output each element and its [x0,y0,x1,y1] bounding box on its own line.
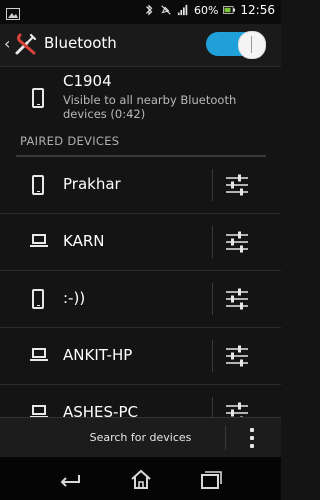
toggle-knob [238,31,266,59]
device-settings-icon[interactable] [224,287,250,311]
visibility-status: Visible to all nearby Bluetooth devices … [63,93,237,121]
silent-mode-icon [161,5,171,15]
battery-percent: 60% [193,3,219,17]
action-bar: ‹ Bluetooth [0,24,281,67]
bottom-action-bar: Search for devices [0,417,281,458]
image-notification-icon [6,5,20,24]
signal-icon [177,4,188,16]
bluetooth-toggle[interactable] [206,31,266,59]
home-icon[interactable] [128,467,154,491]
paired-device-row[interactable]: ASHES-PC [0,385,281,417]
divider [212,340,213,372]
divider [212,169,213,201]
this-device-item[interactable]: C1904 Visible to all nearby Bluetooth de… [0,66,281,128]
laptop-icon [30,348,48,364]
device-name: :-)) [63,289,86,307]
phone-icon [32,88,44,108]
paired-device-row[interactable]: :-)) [0,271,281,328]
settings-tools-icon[interactable] [14,32,38,56]
device-settings-icon[interactable] [224,401,250,417]
back-chevron-icon[interactable]: ‹ [4,34,10,53]
divider [212,397,213,417]
device-settings-icon[interactable] [224,344,250,368]
device-name: Prakhar [63,175,121,193]
device-name: KARN [63,232,105,250]
clock: 12:56 [240,3,275,17]
back-icon[interactable] [57,467,83,491]
divider [212,226,213,258]
device-settings-icon[interactable] [224,230,250,254]
recent-apps-icon[interactable] [198,467,224,491]
paired-devices-header: PAIRED DEVICES [20,134,120,148]
device-name: ASHES-PC [63,403,138,417]
status-bar: 60% 12:56 [0,0,281,24]
phone-icon [32,175,44,195]
bluetooth-icon [145,4,153,16]
divider [225,426,226,450]
divider [212,283,213,315]
battery-icon [223,6,236,14]
laptop-icon [30,405,48,417]
this-device-name: C1904 [63,72,112,90]
navigation-bar [0,457,281,500]
laptop-icon [30,234,48,250]
device-name: ANKIT-HP [63,346,133,364]
overflow-menu-icon[interactable] [250,428,254,448]
device-settings-icon[interactable] [224,173,250,197]
paired-device-row[interactable]: ANKIT-HP [0,328,281,385]
search-for-devices-button[interactable]: Search for devices [0,431,281,444]
phone-icon [32,289,44,309]
page-title: Bluetooth [44,34,117,52]
paired-device-row[interactable]: Prakhar [0,157,281,214]
paired-device-row[interactable]: KARN [0,214,281,271]
